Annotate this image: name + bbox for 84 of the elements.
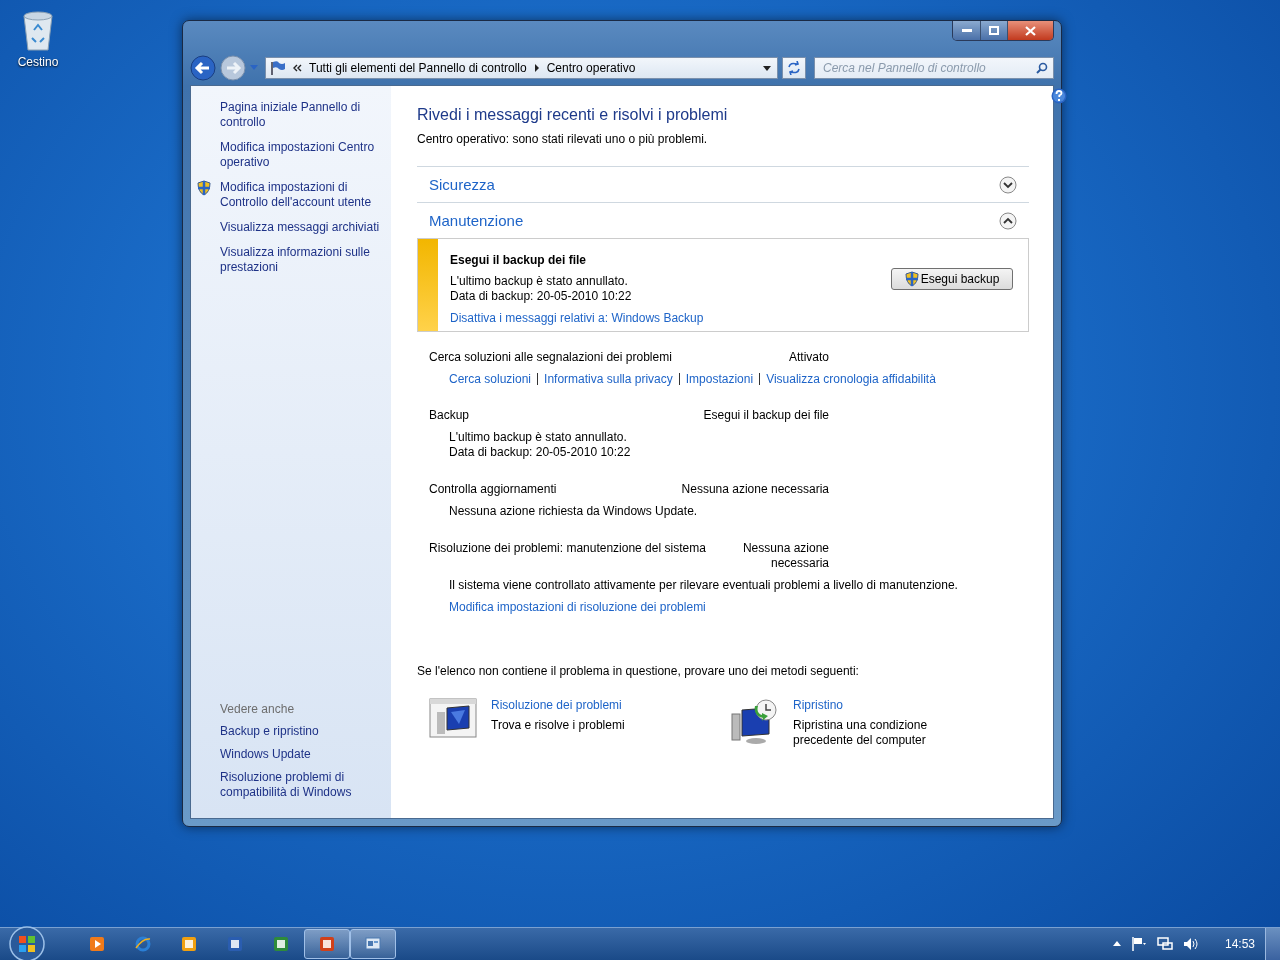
separator-arrow-icon — [533, 64, 540, 72]
expand-icon[interactable] — [999, 175, 1017, 194]
section-header[interactable]: Sicurezza — [417, 166, 1029, 202]
page-title: Rivedi i messaggi recenti e risolvi i problemi — [417, 106, 729, 124]
maximize-icon — [989, 26, 999, 35]
item-description: Data di backup: 20-05-2010 10:22 — [449, 445, 632, 460]
play-icon — [89, 936, 105, 952]
item-description: Il sistema viene controllato attivamente per rilevare eventuali problemi a livello di manutenzione. — [449, 578, 959, 593]
start-button[interactable] — [8, 925, 46, 960]
desktop-icon-label[interactable]: Cestino — [17, 55, 59, 69]
item-status: Nessuna azione necessaria — [681, 482, 829, 497]
help-prompt: Se l'elenco non contiene il problema in questione, provare uno dei metodi seguenti: — [417, 664, 860, 678]
close-icon — [1025, 25, 1036, 36]
shield-icon — [197, 180, 211, 196]
collapse-icon[interactable] — [999, 211, 1017, 230]
item-status: Nessuna azione necessaria — [741, 541, 829, 571]
app-icon — [319, 936, 335, 952]
clock[interactable]: 14:53 — [1224, 937, 1255, 951]
maximize-button[interactable] — [980, 21, 1007, 40]
page-subtitle: Centro operativo: sono stati rilevati uno o più problemi. — [417, 132, 709, 146]
tool-description: Ripristina una condizione precedente del computer — [793, 718, 929, 748]
globe-icon — [135, 936, 151, 952]
show-hidden-icons-button[interactable] — [1112, 941, 1121, 947]
address-bar[interactable]: Tutti gli elementi del Pannello di controllo Centro operativo — [265, 57, 778, 79]
sidebar-link[interactable]: Modifica impostazioni Centro operativo — [220, 140, 381, 170]
refresh-button[interactable] — [782, 57, 806, 79]
alert-text: L'ultimo backup è stato annullato. — [450, 274, 629, 289]
computer-window-icon[interactable] — [429, 698, 477, 738]
minimize-icon — [961, 28, 972, 33]
sidebar-link[interactable]: Risoluzione problemi di compatibilità di Windows — [220, 770, 381, 800]
tool-link[interactable]: Ripristino — [793, 698, 953, 713]
flag-icon — [270, 61, 286, 75]
app-icon — [227, 936, 243, 952]
item-description: Nessuna azione richiesta da Windows Update. — [449, 504, 699, 519]
tool-description: Trova e risolve i problemi — [491, 718, 625, 733]
help-icon[interactable] — [1051, 88, 1067, 104]
section-header[interactable]: Manutenzione — [417, 202, 1029, 238]
back-button[interactable] — [190, 55, 216, 81]
app-icon — [273, 936, 289, 952]
item-status: Esegui il backup dei file — [703, 408, 829, 423]
chevron-icon — [293, 64, 302, 72]
sidebar-link[interactable]: Pagina iniziale Pannello di controllo — [220, 100, 381, 130]
recycle-bin-icon[interactable] — [20, 8, 56, 52]
close-button[interactable] — [1007, 21, 1053, 40]
network-icon[interactable] — [1156, 937, 1173, 951]
alert-text: Data di backup: 20-05-2010 10:22 — [450, 289, 633, 304]
taskbar-button[interactable] — [350, 929, 396, 959]
alert-link[interactable]: Disattiva i messaggi relativi a: Windows Backup — [450, 311, 704, 325]
see-also-heading: Vedere anche — [220, 702, 296, 716]
item-description: L'ultimo backup è stato annullato. — [449, 430, 628, 445]
sidebar-link[interactable]: Visualizza informazioni sulle prestazioni — [220, 245, 381, 275]
taskbar-button[interactable] — [304, 929, 350, 959]
sidebar-link[interactable]: Modifica impostazioni di Controllo dell'account utente — [220, 180, 381, 210]
item-status: Attivato — [788, 350, 829, 365]
search-icon — [1036, 62, 1048, 74]
sidebar-link[interactable]: Windows Update — [220, 747, 381, 762]
dropdown-icon[interactable] — [763, 65, 771, 71]
sidebar-link[interactable]: Visualizza messaggi archiviati — [220, 220, 380, 235]
volume-icon[interactable] — [1182, 937, 1199, 951]
forward-button[interactable] — [220, 55, 246, 81]
breadcrumb-item[interactable]: Centro operativo — [546, 61, 636, 75]
show-desktop-button[interactable] — [1265, 928, 1280, 960]
item-name: Backup — [429, 408, 470, 422]
tool-link[interactable]: Risoluzione dei problemi — [491, 698, 625, 713]
item-link[interactable]: Cerca soluzioni — [449, 372, 532, 386]
item-name: Controlla aggiornamenti — [429, 482, 557, 496]
item-name: Risoluzione dei problemi: manutenzione del sistema — [429, 541, 706, 555]
flag-icon[interactable] — [1130, 937, 1147, 951]
search-field[interactable]: Cerca nel Pannello di controllo — [814, 57, 1054, 79]
backup-button[interactable]: Esegui backup — [891, 268, 1013, 290]
refresh-icon — [786, 61, 802, 75]
shield-icon — [904, 271, 919, 287]
sidebar-link[interactable]: Backup e ripristino — [220, 724, 381, 739]
item-link[interactable]: Visualizza cronologia affidabilità — [766, 372, 936, 386]
item-link[interactable]: Informativa sulla privacy — [544, 372, 673, 386]
item-link[interactable]: Impostazioni — [685, 372, 754, 386]
app-icon — [181, 936, 197, 952]
minimize-button[interactable] — [953, 21, 980, 40]
alert-title: Esegui il backup dei file — [450, 253, 588, 267]
item-link[interactable]: Modifica impostazioni di risoluzione dei problemi — [449, 600, 706, 614]
computer-clock-icon[interactable] — [729, 698, 779, 746]
breadcrumb-item[interactable]: Tutti gli elementi del Pannello di controllo — [309, 61, 527, 75]
control-panel-icon — [365, 936, 381, 952]
item-name: Cerca soluzioni alle segnalazioni dei problemi — [429, 350, 672, 364]
